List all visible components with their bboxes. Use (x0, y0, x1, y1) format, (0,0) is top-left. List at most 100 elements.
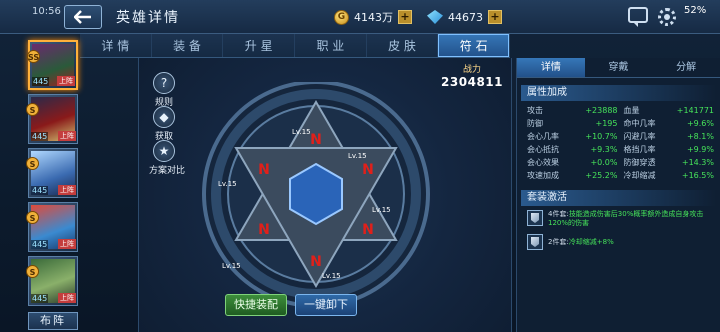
attr-section-title: 属性加成 (521, 85, 716, 101)
attr-name: 防御穿透 (623, 158, 656, 167)
back-arrow-icon (74, 10, 91, 24)
hero-level: 445 (31, 186, 49, 195)
add-gold-button[interactable]: + (398, 10, 412, 24)
tab-info-wear[interactable]: 穿戴 (585, 58, 653, 77)
tab-detail[interactable]: 详 情 (80, 34, 152, 57)
plan-compare-label: 方案对比 (149, 166, 186, 176)
attr-row: 命中几率 +9.6% (624, 118, 715, 130)
gold-counter: G 4143万 + (334, 7, 412, 27)
rune-panel: ? 规则 ◆ 获取 ★ 方案对比 战力 2304811 N Lv.15 N Lv… (138, 58, 512, 332)
power-label: 战力 (463, 65, 482, 75)
attr-row: 攻速加成 +25.2% (527, 170, 618, 182)
tab-info-detail[interactable]: 详情 (517, 58, 585, 77)
tab-info-decompose[interactable]: 分解 (652, 58, 720, 77)
attr-value: +9.3% (590, 145, 618, 154)
top-bar: 10:56 英雄详情 G 4143万 + 44673 + 52% (0, 0, 720, 34)
info-panel: 详情 穿戴 分解 属性加成 攻击 +23888 血量 +141771 防御 +195 … (516, 58, 720, 332)
tab-skin[interactable]: 皮 肤 (367, 34, 439, 57)
rune-icon: N (362, 222, 374, 238)
set-prefix: 2件套: (548, 238, 569, 246)
attr-name: 防御 (527, 119, 543, 128)
rune-icon: N (258, 162, 270, 178)
hero-card[interactable]: SS 445 上阵 (27, 40, 78, 90)
rank-badge: SS (27, 50, 40, 63)
attr-name: 闪避几率 (623, 132, 656, 141)
rune-level: Lv.15 (292, 128, 311, 136)
plan-compare-button[interactable]: ★ 方案对比 (149, 140, 186, 176)
rune-actions: 快捷装配 一键卸下 (225, 294, 357, 316)
set-bonus-text: 2件套:冷却缩减+8% (548, 234, 614, 247)
tab-rune[interactable]: 符 石 (438, 34, 511, 57)
attr-value: +25.2% (585, 171, 618, 180)
hero-card[interactable]: S 445 上阵 (26, 256, 78, 306)
attr-name: 会心抵抗 (527, 145, 559, 154)
formation-button[interactable]: 布阵 (28, 312, 78, 330)
attr-value: +16.5% (681, 171, 714, 180)
obtain-button[interactable]: ◆ 获取 (149, 106, 179, 142)
attr-value: +9.9% (686, 145, 714, 154)
rune-icon: N (310, 254, 322, 270)
rank-badge: S (26, 265, 39, 278)
set-rune-icon (527, 210, 543, 226)
gear-icon[interactable] (658, 8, 676, 26)
attr-value: +14.3% (681, 158, 714, 167)
set-section-title: 套装激活 (521, 190, 716, 206)
deployed-tag: 上阵 (58, 131, 76, 141)
unequip-all-button[interactable]: 一键卸下 (295, 294, 357, 316)
attr-value: +23888 (585, 106, 618, 115)
attr-row: 血量 +141771 (624, 105, 715, 117)
hero-list: SS 445 上阵 S 445 上阵 S 445 上阵 S 445 上阵 S 4… (0, 36, 80, 332)
rune-level: Lv.15 (218, 180, 237, 188)
attr-row: 防御 +195 (527, 118, 618, 130)
hero-card[interactable]: S 445 上阵 (26, 94, 78, 144)
hero-level: 445 (31, 294, 49, 303)
attr-name: 攻击 (527, 106, 543, 115)
back-button[interactable] (64, 5, 102, 29)
attr-row: 会心几率 +10.7% (527, 131, 618, 143)
star-icon: ★ (153, 140, 175, 162)
hero-card[interactable]: S 445 上阵 (26, 148, 78, 198)
set-bonus: 2件套:冷却缩减+8% (527, 234, 714, 250)
rank-badge: S (26, 103, 39, 116)
rune-level: Lv.15 (372, 206, 391, 214)
tab-star-up[interactable]: 升 星 (223, 34, 296, 57)
attr-name: 血量 (623, 106, 640, 115)
tab-class[interactable]: 职 业 (295, 34, 367, 57)
attr-name: 攻速加成 (527, 171, 559, 180)
attr-value: +195 (595, 119, 618, 128)
attr-row: 会心效果 +0.0% (527, 157, 618, 169)
rank-badge: S (26, 211, 39, 224)
hero-level: 445 (31, 240, 49, 249)
rune-icon: N (310, 132, 322, 148)
set-rune-icon (527, 234, 543, 250)
rune-level: Lv.15 (348, 152, 367, 160)
rules-button[interactable]: ? 规则 (149, 72, 179, 108)
attr-row: 会心抵抗 +9.3% (527, 144, 618, 156)
attr-row: 格挡几率 +9.9% (624, 144, 715, 156)
set-bonus: 4件套:技能造成伤害后30%概率额外造成自身攻击120%的伤害 (527, 210, 714, 228)
gem-amount: 44673 (448, 10, 483, 24)
page-title: 英雄详情 (116, 10, 180, 26)
tab-equipment[interactable]: 装 备 (152, 34, 224, 57)
attr-value: +141771 (676, 106, 714, 115)
gold-coin-icon: G (334, 9, 349, 25)
deployed-tag: 上阵 (57, 76, 75, 86)
diamond-icon (427, 10, 443, 24)
deployed-tag: 上阵 (58, 239, 76, 249)
hero-card[interactable]: S 445 上阵 (26, 202, 78, 252)
set-prefix: 4件套: (548, 210, 569, 218)
question-icon: ? (153, 72, 175, 94)
add-gem-button[interactable]: + (488, 10, 502, 24)
attr-name: 会心几率 (527, 132, 559, 141)
attr-value: +8.1% (686, 132, 714, 141)
quick-equip-button[interactable]: 快捷装配 (225, 294, 287, 316)
rune-wheel: N Lv.15 N Lv.15 N Lv.15 N Lv.15 N Lv.15 … (202, 82, 430, 308)
gold-amount: 4143万 (354, 11, 393, 24)
attr-name: 命中几率 (623, 119, 656, 128)
battery-level: 52% (684, 5, 707, 16)
power-value: 2304811 (441, 75, 503, 89)
hero-level: 445 (31, 132, 49, 141)
hero-level: 445 (32, 77, 50, 86)
attr-row: 攻击 +23888 (527, 105, 618, 117)
chat-icon[interactable] (628, 7, 648, 27)
